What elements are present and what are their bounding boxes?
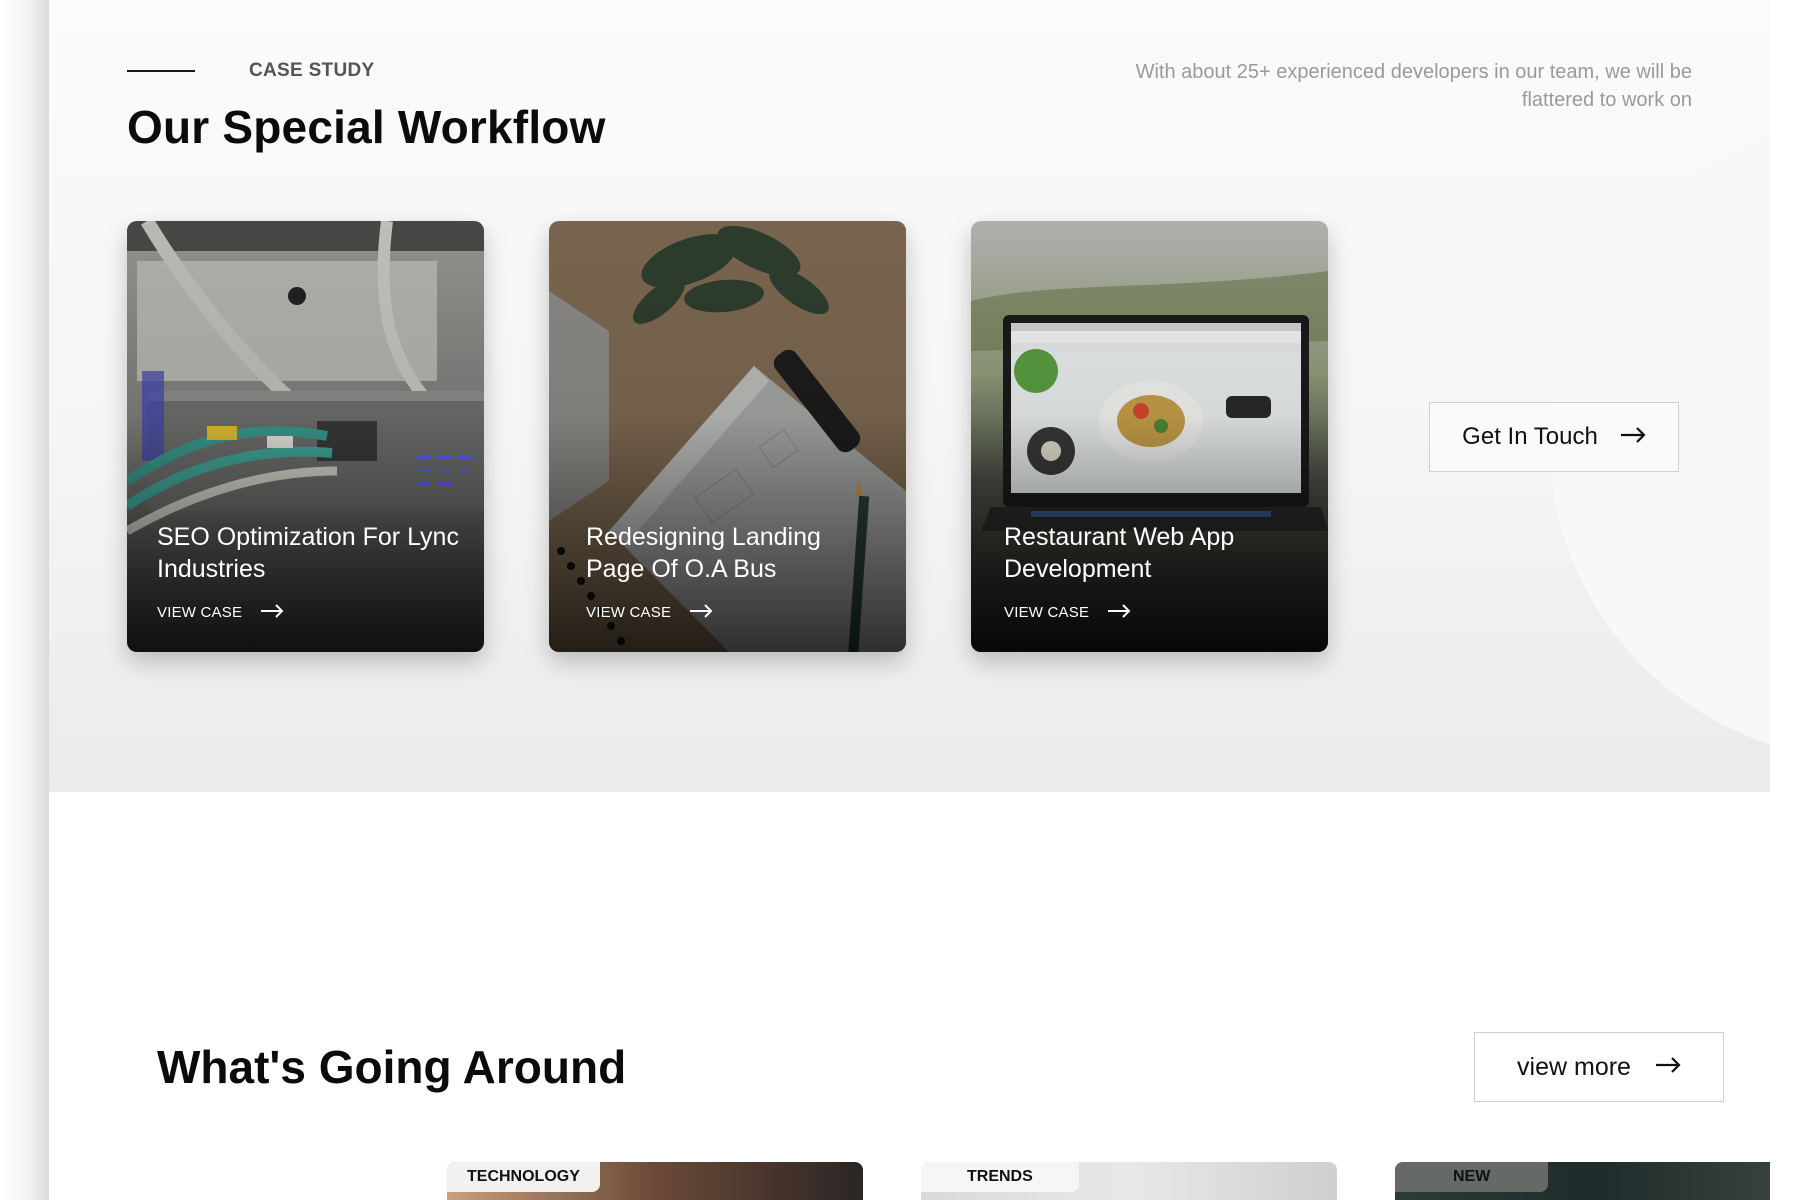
- card-content: Restaurant Web App Development VIEW CASE: [1004, 521, 1304, 622]
- arrow-right-icon: [689, 603, 713, 622]
- news-tag: NEW: [1395, 1162, 1549, 1192]
- case-cards: SEO Optimization For Lync Industries VIE…: [127, 221, 1328, 652]
- eyebrow-line: [127, 70, 195, 72]
- page-shadow: [0, 0, 50, 1200]
- arrow-right-icon: [260, 603, 284, 622]
- arrow-right-icon: [1107, 603, 1131, 622]
- news-tag: TRENDS: [921, 1162, 1079, 1192]
- view-more-label: view more: [1517, 1052, 1631, 1081]
- news-card[interactable]: NEW: [1395, 1162, 1785, 1200]
- page-right-edge: [1770, 0, 1785, 1200]
- section-title: Our Special Workflow: [127, 101, 606, 153]
- case-study-section: CASE STUDY Our Special Workflow With abo…: [49, 0, 1785, 792]
- news-card[interactable]: TECHNOLOGY: [447, 1162, 863, 1200]
- case-card-title: Redesigning Landing Page Of O.A Bus: [586, 523, 821, 583]
- case-card[interactable]: SEO Optimization For Lync Industries VIE…: [127, 221, 484, 652]
- news-tag: TECHNOLOGY: [447, 1162, 600, 1192]
- view-case-label: VIEW CASE: [157, 604, 243, 621]
- card-content: Redesigning Landing Page Of O.A Bus VIEW…: [586, 521, 882, 622]
- news-section-title: What's Going Around: [157, 1041, 627, 1093]
- get-in-touch-label: Get In Touch: [1462, 423, 1598, 450]
- card-content: SEO Optimization For Lync Industries VIE…: [157, 521, 460, 622]
- case-card[interactable]: Redesigning Landing Page Of O.A Bus VIEW…: [549, 221, 906, 652]
- eyebrow-label: CASE STUDY: [249, 60, 375, 81]
- case-card[interactable]: Restaurant Web App Development VIEW CASE: [971, 221, 1328, 652]
- section-eyebrow: CASE STUDY: [127, 60, 374, 82]
- view-case-label: VIEW CASE: [586, 604, 672, 621]
- section-intro: With about 25+ experienced developers in…: [1135, 61, 1692, 111]
- view-case-link[interactable]: VIEW CASE: [586, 603, 882, 622]
- arrow-right-icon: [1620, 427, 1646, 447]
- view-case-link[interactable]: VIEW CASE: [157, 603, 460, 622]
- page: CASE STUDY Our Special Workflow With abo…: [49, 0, 1785, 1200]
- case-card-title: SEO Optimization For Lync Industries: [157, 523, 459, 583]
- arrow-right-icon: [1655, 1057, 1681, 1077]
- view-case-link[interactable]: VIEW CASE: [1004, 603, 1304, 622]
- case-card-title: Restaurant Web App Development: [1004, 523, 1235, 583]
- view-more-button[interactable]: view more: [1474, 1032, 1724, 1102]
- view-case-label: VIEW CASE: [1004, 604, 1090, 621]
- news-card[interactable]: TRENDS: [921, 1162, 1337, 1200]
- get-in-touch-button[interactable]: Get In Touch: [1429, 402, 1679, 472]
